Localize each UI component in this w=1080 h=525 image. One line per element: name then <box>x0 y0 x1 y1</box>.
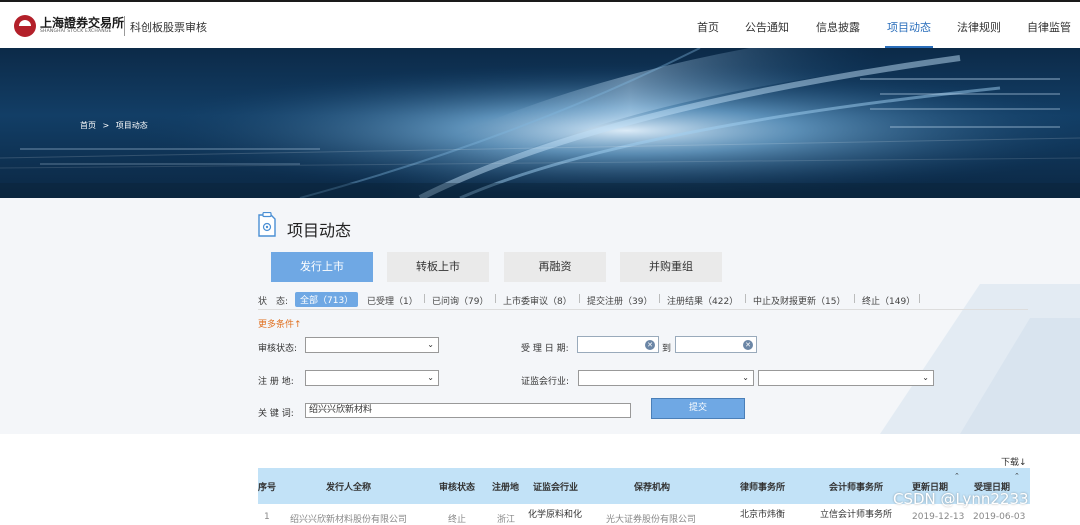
status-label: 状 态: <box>258 297 289 307</box>
tab-mergers[interactable]: 并购重组 <box>620 252 722 282</box>
col-law-firm: 律师事务所 <box>740 483 786 493</box>
cell-update-date: 2019-12-13 <box>912 512 965 522</box>
submit-button[interactable]: 提交 <box>651 398 745 419</box>
watermark: CSDN @Lynn2233 <box>893 490 1029 508</box>
content-decoration <box>880 284 1080 434</box>
accept-date-end[interactable]: ✕ <box>675 336 757 353</box>
nav-notices[interactable]: 公告通知 <box>745 19 789 35</box>
breadcrumb-home[interactable]: 首页 <box>80 121 96 130</box>
col-industry: 证监会行业 <box>533 483 579 493</box>
reg-place-label: 注 册 地: <box>258 377 294 387</box>
status-separator: | <box>494 294 498 304</box>
logo-divider <box>124 16 125 36</box>
reg-place-select[interactable]: ⌄ <box>305 370 439 386</box>
status-filter-row: 状 态: 全部（713） 已受理（1） | 已问询（79） | 上市委审议（8）… <box>258 292 1028 308</box>
keyword-label: 关 键 词: <box>258 409 294 419</box>
status-registered[interactable]: 注册结果（422） <box>667 294 738 307</box>
more-conditions-link[interactable]: 更多条件↑ <box>258 317 302 330</box>
chevron-down-icon: ⌄ <box>922 373 929 382</box>
review-status-select[interactable]: ⌄ <box>305 337 439 353</box>
clear-icon[interactable]: ✕ <box>743 340 753 350</box>
chevron-down-icon: ⌄ <box>427 373 434 382</box>
nav-disclosure[interactable]: 信息披露 <box>816 19 860 35</box>
site-subtitle: 科创板股票审核 <box>130 21 207 34</box>
date-to-label: 到 <box>662 344 672 354</box>
status-divider <box>258 309 1028 310</box>
nav-home[interactable]: 首页 <box>697 19 719 35</box>
industry-select-primary[interactable]: ⌄ <box>578 370 754 386</box>
col-index: 序号 <box>258 483 277 493</box>
breadcrumb-separator: > <box>102 121 110 130</box>
status-all[interactable]: 全部（713） <box>295 292 359 307</box>
status-committee[interactable]: 上市委审议（8） <box>503 294 572 307</box>
sse-logo[interactable]: 上海證券交易所 SHANGHAI STOCK EXCHANGE <box>14 14 124 40</box>
cell-issuer-name[interactable]: 绍兴兴欣新材料股份有限公司 <box>290 512 407 525</box>
banner: 首页 > 项目动态 <box>0 48 1080 198</box>
logo-english-name: SHANGHAI STOCK EXCHANGE <box>40 29 112 34</box>
review-status-label: 审核状态: <box>258 344 298 354</box>
tab-ipo[interactable]: 发行上市 <box>271 252 373 282</box>
tab-transfer-listing[interactable]: 转板上市 <box>387 252 489 282</box>
cell-industry: 化学原料和化 <box>528 510 583 520</box>
cell-law-firm: 北京市炜衡 <box>740 510 786 520</box>
status-separator: | <box>918 294 922 304</box>
status-separator: | <box>853 294 857 304</box>
banner-graphic <box>0 48 1080 198</box>
breadcrumb-current: 项目动态 <box>115 121 148 130</box>
chevron-down-icon: ⌄ <box>742 373 749 382</box>
industry-label: 证监会行业: <box>521 377 570 387</box>
status-submitted[interactable]: 提交注册（39） <box>587 294 652 307</box>
cell-reg-place: 浙江 <box>497 515 516 525</box>
cell-accounting-firm: 立信会计师事务所 <box>820 510 893 520</box>
status-separator: | <box>423 294 427 304</box>
cell-review-status: 终止 <box>448 515 467 525</box>
industry-select-secondary[interactable]: ⌄ <box>758 370 934 386</box>
keyword-input[interactable]: 绍兴兴欣新材料 <box>305 403 631 418</box>
clear-icon[interactable]: ✕ <box>645 340 655 350</box>
page-title: 项目动态 <box>287 221 352 240</box>
status-separator: | <box>744 294 748 304</box>
status-inquired[interactable]: 已问询（79） <box>432 294 488 307</box>
tab-refinancing[interactable]: 再融资 <box>504 252 606 282</box>
status-terminated[interactable]: 终止（149） <box>862 294 915 307</box>
col-sponsor: 保荐机构 <box>634 483 671 493</box>
site-header: 上海證券交易所 SHANGHAI STOCK EXCHANGE 科创板股票审核 … <box>0 0 1080 49</box>
cell-index: 1 <box>264 512 270 522</box>
status-separator: | <box>658 294 662 304</box>
col-accounting-firm: 会计师事务所 <box>829 483 884 493</box>
nav-self-regulation[interactable]: 自律监管 <box>1027 19 1071 35</box>
status-suspended[interactable]: 中止及财报更新（15） <box>753 294 845 307</box>
chevron-down-icon: ⌄ <box>427 340 434 349</box>
sort-arrows-icon[interactable]: ⌃ <box>954 472 960 480</box>
download-link[interactable]: 下载↓ <box>1001 455 1027 468</box>
nav-project-updates[interactable]: 项目动态 <box>887 19 931 35</box>
col-review-status: 审核状态 <box>439 483 476 493</box>
status-accepted[interactable]: 已受理（1） <box>367 294 418 307</box>
col-reg-place: 注册地 <box>492 483 520 493</box>
breadcrumb: 首页 > 项目动态 <box>80 120 152 131</box>
nav-rules[interactable]: 法律规则 <box>957 19 1001 35</box>
accept-date-label: 受 理 日 期: <box>521 344 569 354</box>
accept-date-start[interactable]: ✕ <box>577 336 659 353</box>
col-issuer-name: 发行人全称 <box>326 483 372 493</box>
status-separator: | <box>578 294 582 304</box>
sort-arrows-icon[interactable]: ⌃ <box>1014 472 1020 480</box>
content-area <box>0 198 1080 434</box>
cell-sponsor: 光大证券股份有限公司 <box>606 515 697 525</box>
cell-accept-date: 2019-06-03 <box>973 512 1026 522</box>
document-icon <box>258 212 276 237</box>
sse-logo-icon <box>14 15 36 37</box>
